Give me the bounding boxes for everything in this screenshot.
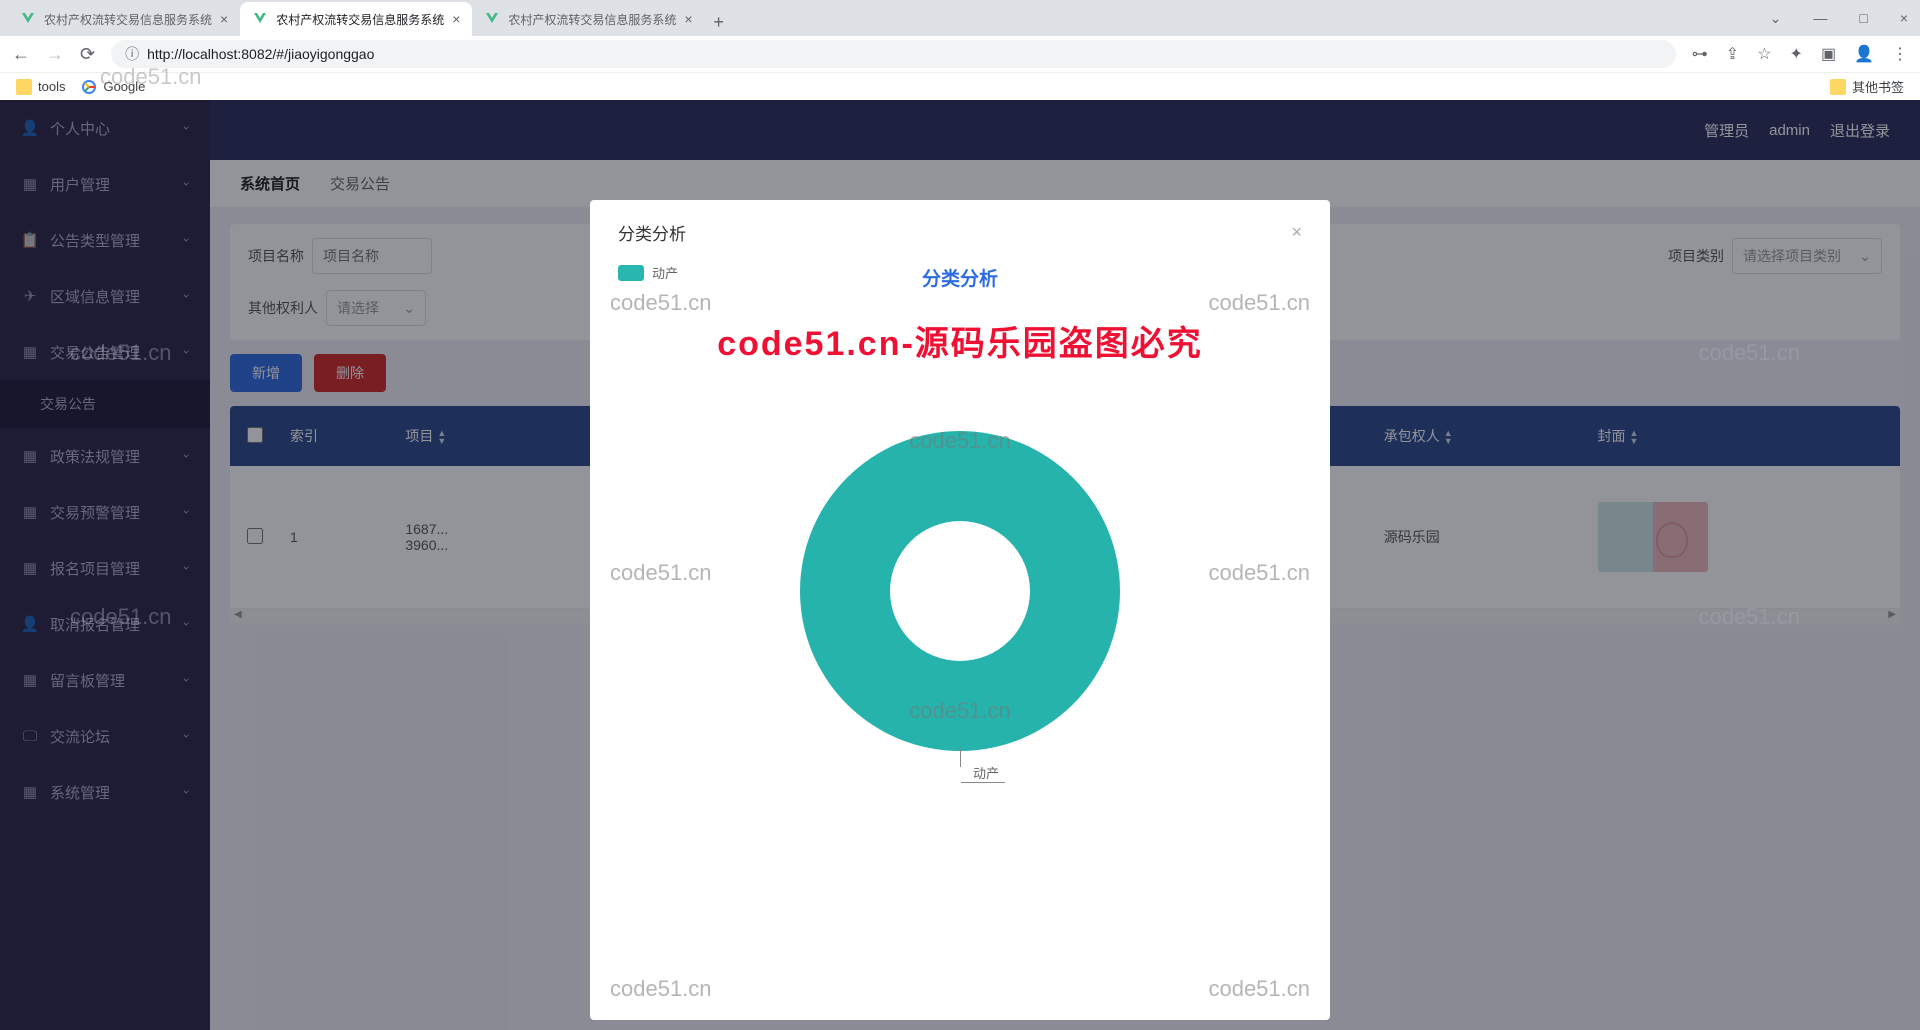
- tab-title: 农村产权流转交易信息服务系统: [276, 11, 444, 28]
- browser-tab[interactable]: 农村产权流转交易信息服务系统 ×: [472, 2, 704, 36]
- modal-header: 分类分析 ×: [618, 220, 1302, 245]
- chart-title: 分类分析: [618, 264, 1302, 291]
- folder-icon: [16, 79, 32, 95]
- extensions-icon[interactable]: ✦: [1790, 44, 1803, 64]
- browser-tab[interactable]: 农村产权流转交易信息服务系统 ×: [8, 2, 240, 36]
- watermark: code51.cn: [1208, 976, 1310, 1002]
- app-root: 👤个人中心› ▦用户管理› 📋公告类型管理› ✈区域信息管理› ▦交易公告管理›…: [0, 100, 1920, 1030]
- close-window-icon[interactable]: ×: [1896, 6, 1912, 30]
- new-tab-button[interactable]: +: [705, 8, 733, 36]
- menu-icon[interactable]: ⋮: [1892, 44, 1908, 64]
- google-icon: [81, 79, 97, 95]
- close-icon[interactable]: ×: [452, 11, 460, 27]
- tab-title: 农村产权流转交易信息服务系统: [44, 11, 212, 28]
- donut-chart[interactable]: 动产: [800, 431, 1120, 751]
- tab-strip: 农村产权流转交易信息服务系统 × 农村产权流转交易信息服务系统 × 农村产权流转…: [0, 0, 1920, 36]
- modal-title: 分类分析: [618, 220, 686, 245]
- browser-tab-active[interactable]: 农村产权流转交易信息服务系统 ×: [240, 2, 472, 36]
- key-icon[interactable]: ⊶: [1692, 44, 1708, 64]
- window-controls: ⌄ — □ ×: [1766, 0, 1912, 36]
- bookmark-google[interactable]: Google: [81, 79, 145, 95]
- back-icon[interactable]: ←: [12, 44, 30, 65]
- url-input[interactable]: ⓘ http://localhost:8082/#/jiaoyigonggao: [111, 40, 1676, 68]
- slice-label: 动产: [960, 749, 1005, 783]
- vue-favicon-icon: [20, 11, 36, 27]
- profile-icon[interactable]: 👤: [1854, 44, 1874, 64]
- bookmark-tools[interactable]: tools: [16, 79, 65, 95]
- modal-overlay[interactable]: 分类分析 × 动产 分类分析 动产 code51.cn code51.cn co…: [0, 100, 1920, 1030]
- share-icon[interactable]: ⇪: [1726, 44, 1739, 64]
- star-icon[interactable]: ☆: [1757, 44, 1771, 64]
- legend-label: 动产: [652, 263, 678, 282]
- maximize-icon[interactable]: □: [1855, 6, 1871, 30]
- bookmark-other[interactable]: 其他书签: [1830, 77, 1904, 96]
- info-icon: ⓘ: [125, 44, 139, 64]
- chevron-down-icon[interactable]: ⌄: [1766, 6, 1786, 31]
- panel-icon[interactable]: ▣: [1821, 44, 1836, 64]
- vue-favicon-icon: [484, 11, 500, 27]
- close-icon[interactable]: ×: [1291, 222, 1302, 243]
- nav-buttons: ← → ⟳: [12, 44, 95, 65]
- reload-icon[interactable]: ⟳: [80, 44, 95, 65]
- vue-favicon-icon: [252, 11, 268, 27]
- close-icon[interactable]: ×: [684, 11, 692, 27]
- close-icon[interactable]: ×: [220, 11, 228, 27]
- analysis-modal: 分类分析 × 动产 分类分析 动产 code51.cn code51.cn co…: [590, 200, 1330, 1020]
- forward-icon[interactable]: →: [46, 44, 64, 65]
- folder-icon: [1830, 79, 1846, 95]
- watermark: code51.cn: [610, 976, 712, 1002]
- legend-swatch: [618, 265, 644, 281]
- browser-chrome: 农村产权流转交易信息服务系统 × 农村产权流转交易信息服务系统 × 农村产权流转…: [0, 0, 1920, 100]
- url-text: http://localhost:8082/#/jiaoyigonggao: [147, 46, 374, 62]
- toolbar-right: ⊶ ⇪ ☆ ✦ ▣ 👤 ⋮: [1692, 44, 1908, 64]
- donut-chart-wrap: 动产: [618, 311, 1302, 771]
- address-bar: ← → ⟳ ⓘ http://localhost:8082/#/jiaoyigo…: [0, 36, 1920, 72]
- bookmarks-bar: tools Google 其他书签: [0, 72, 1920, 100]
- minimize-icon[interactable]: —: [1809, 6, 1831, 30]
- tab-title: 农村产权流转交易信息服务系统: [508, 11, 676, 28]
